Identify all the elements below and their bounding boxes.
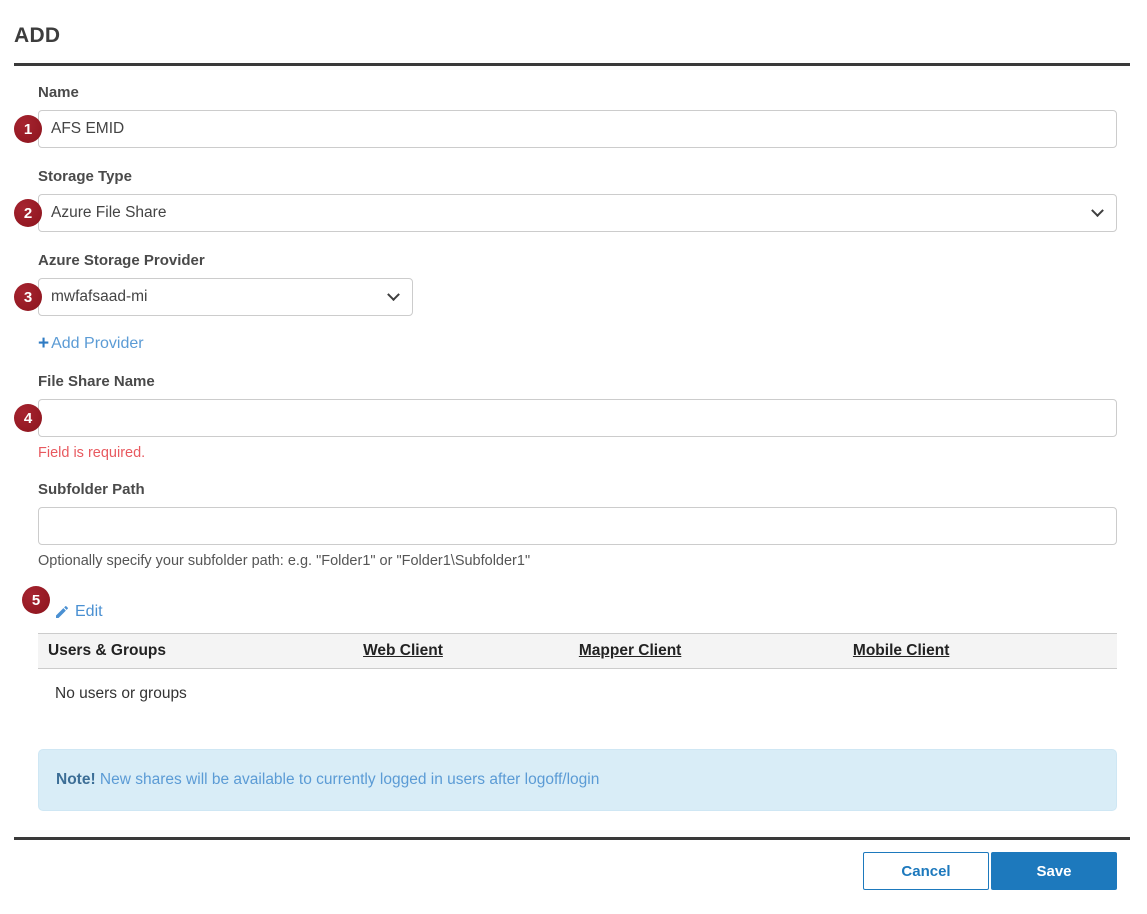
- note-alert: Note! New shares will be available to cu…: [38, 749, 1117, 811]
- top-divider: [14, 63, 1130, 66]
- column-header-web-client: Web Client: [353, 634, 569, 669]
- page-title: ADD: [14, 24, 1147, 48]
- edit-link-label: Edit: [75, 603, 103, 621]
- annotation-badge-5: 5: [22, 586, 50, 614]
- plus-icon: +: [38, 334, 49, 353]
- annotation-badge-1: 1: [14, 115, 42, 143]
- annotation-badge-4: 4: [14, 404, 42, 432]
- column-header-mapper-client: Mapper Client: [569, 634, 843, 669]
- file-share-name-input[interactable]: [38, 399, 1117, 437]
- add-provider-link[interactable]: + Add Provider: [38, 334, 144, 353]
- annotation-badge-2: 2: [14, 199, 42, 227]
- storage-type-label: Storage Type: [38, 168, 1117, 185]
- note-prefix: Note!: [56, 771, 96, 788]
- column-header-users-groups: Users & Groups: [38, 634, 353, 669]
- add-share-page: ADD Name 1 Storage Type 2 Azure File Sha…: [0, 0, 1147, 890]
- name-field-wrap: 1: [38, 110, 1117, 148]
- storage-type-field-wrap: 2 Azure File Share: [38, 194, 1117, 232]
- azure-storage-provider-field-wrap: 3 mwfafsaad-mi: [38, 278, 1117, 316]
- azure-storage-provider-label: Azure Storage Provider: [38, 252, 1117, 269]
- note-text: New shares will be available to currentl…: [96, 771, 600, 788]
- subfolder-path-field-wrap: [38, 507, 1117, 545]
- subfolder-path-label: Subfolder Path: [38, 481, 1117, 498]
- name-input[interactable]: [38, 110, 1117, 148]
- table-empty-row: No users or groups: [38, 669, 1117, 714]
- add-share-form: Name 1 Storage Type 2 Azure File Share A…: [38, 84, 1117, 811]
- file-share-name-error: Field is required.: [38, 445, 1117, 461]
- name-label: Name: [38, 84, 1117, 101]
- users-groups-table: Users & Groups Web Client Mapper Client …: [38, 633, 1117, 713]
- subfolder-path-input[interactable]: [38, 507, 1117, 545]
- add-provider-label: Add Provider: [51, 335, 144, 353]
- azure-storage-provider-selected-value: mwfafsaad-mi: [51, 288, 147, 306]
- empty-message: No users or groups: [38, 669, 1117, 714]
- cancel-button[interactable]: Cancel: [863, 852, 989, 890]
- annotation-badge-3: 3: [14, 283, 42, 311]
- file-share-name-label: File Share Name: [38, 373, 1117, 390]
- chevron-down-icon: [387, 288, 400, 301]
- bottom-divider: [14, 837, 1130, 840]
- column-header-mobile-client: Mobile Client: [843, 634, 1117, 669]
- table-header-row: Users & Groups Web Client Mapper Client …: [38, 634, 1117, 669]
- chevron-down-icon: [1091, 204, 1104, 217]
- storage-type-selected-value: Azure File Share: [51, 204, 166, 222]
- form-actions: Cancel Save: [0, 852, 1117, 890]
- pencil-icon: [54, 604, 70, 620]
- storage-type-select[interactable]: Azure File Share: [38, 194, 1117, 232]
- subfolder-path-help: Optionally specify your subfolder path: …: [38, 553, 1117, 569]
- azure-storage-provider-select[interactable]: mwfafsaad-mi: [38, 278, 413, 316]
- save-button[interactable]: Save: [991, 852, 1117, 890]
- edit-permissions-link[interactable]: 5 Edit: [38, 603, 103, 621]
- file-share-name-field-wrap: 4: [38, 399, 1117, 437]
